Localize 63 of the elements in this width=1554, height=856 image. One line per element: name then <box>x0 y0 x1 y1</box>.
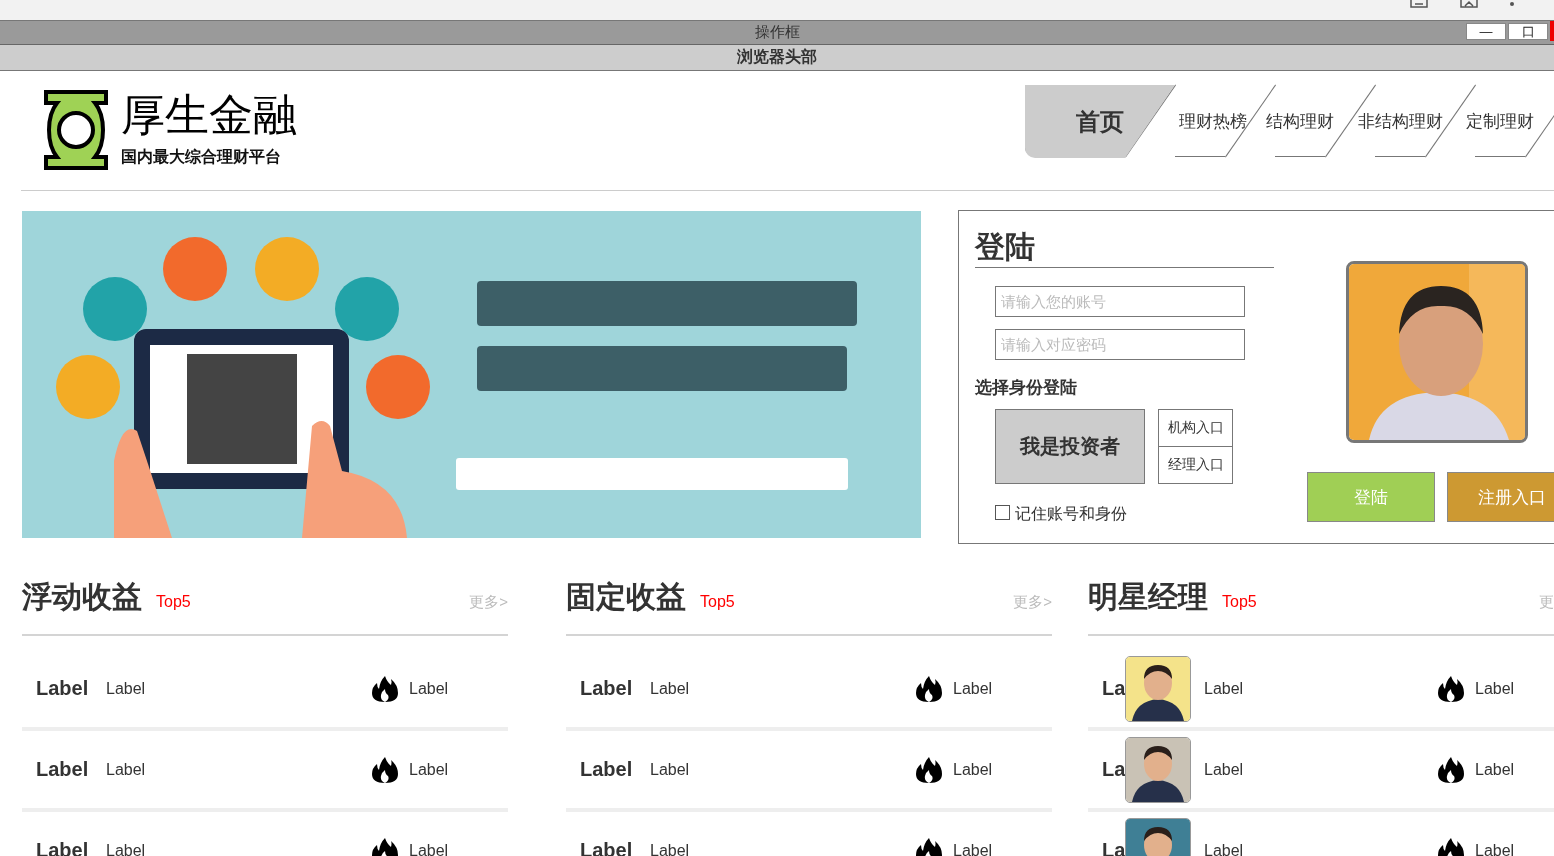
image-icon[interactable] <box>1460 0 1478 8</box>
hot-value: Label <box>953 760 993 779</box>
row-label: Label <box>1204 760 1245 779</box>
nav-tab[interactable]: 理财热榜 <box>1175 85 1250 158</box>
document-icon[interactable] <box>1410 0 1428 8</box>
fire-icon <box>372 756 398 783</box>
hot-value: Label <box>953 679 993 698</box>
hot-value: Label <box>953 841 993 856</box>
hot-value: Label <box>1475 760 1515 779</box>
row-name: La <box>1102 677 1125 700</box>
fire-icon <box>916 756 942 783</box>
row-label: Label <box>106 679 147 698</box>
hot-value: Label <box>1475 841 1515 856</box>
section-title: 固定收益 <box>566 579 686 615</box>
row-name: Label <box>580 677 634 700</box>
tagline: 国内最大综合理财平台 <box>121 147 282 167</box>
row-label: Label <box>1204 841 1245 856</box>
row-label: Label <box>650 760 691 779</box>
window-button[interactable]: 口 <box>1508 23 1548 40</box>
nav-tab[interactable]: 定制理财 <box>1450 85 1550 158</box>
checkbox[interactable] <box>995 505 1010 520</box>
top-label: Top5 <box>700 593 735 611</box>
hot-value: Label <box>409 841 449 856</box>
dot-icon[interactable] <box>1510 2 1514 6</box>
section-title: 明星经理 <box>1088 579 1208 615</box>
row-label: Label <box>650 841 691 856</box>
brand-name: 厚生金融 <box>121 89 297 141</box>
role-button[interactable]: 经理入口 <box>1158 446 1233 484</box>
fire-icon <box>372 675 398 702</box>
top-label: Top5 <box>156 593 191 611</box>
role-button[interactable]: 我是投资者 <box>995 409 1145 484</box>
section-title: 浮动收益 <box>22 579 142 615</box>
fire-icon <box>372 837 398 856</box>
logo-icon <box>43 89 109 171</box>
row-name: Label <box>36 677 90 700</box>
login-title: 登陆 <box>975 229 1274 268</box>
fire-icon <box>1438 675 1464 702</box>
row-name: La <box>1102 758 1125 781</box>
nav-tab[interactable]: 非结构理财 <box>1350 85 1450 158</box>
hot-value: Label <box>1475 679 1515 698</box>
row-label: Label <box>650 679 691 698</box>
nav-tab[interactable]: 结构理财 <box>1250 85 1350 158</box>
nav-tab[interactable]: 首页 <box>1025 85 1175 158</box>
row-name: Label <box>580 758 634 781</box>
input-field[interactable]: 请输入您的账号 <box>995 286 1245 317</box>
window-button[interactable]: — <box>1466 23 1506 40</box>
role-heading: 选择身份登陆 <box>975 377 1078 399</box>
remember-label: 记住账号和身份 <box>1015 504 1127 524</box>
frame-title: 操作框 <box>754 23 800 42</box>
row-label: Label <box>1204 679 1245 698</box>
input-field[interactable]: 请输入对应密码 <box>995 329 1245 360</box>
row-label: Label <box>106 760 147 779</box>
role-button[interactable]: 机构入口 <box>1158 409 1233 447</box>
browser-header-title: 浏览器头部 <box>737 47 817 67</box>
hot-value: Label <box>409 679 449 698</box>
fire-icon <box>916 675 942 702</box>
top-label: Top5 <box>1222 593 1257 611</box>
hot-value: Label <box>409 760 449 779</box>
fire-icon <box>1438 837 1464 856</box>
row-name: Label <box>36 758 90 781</box>
fire-icon <box>1438 756 1464 783</box>
row-label: Label <box>106 841 147 856</box>
fire-icon <box>916 837 942 856</box>
